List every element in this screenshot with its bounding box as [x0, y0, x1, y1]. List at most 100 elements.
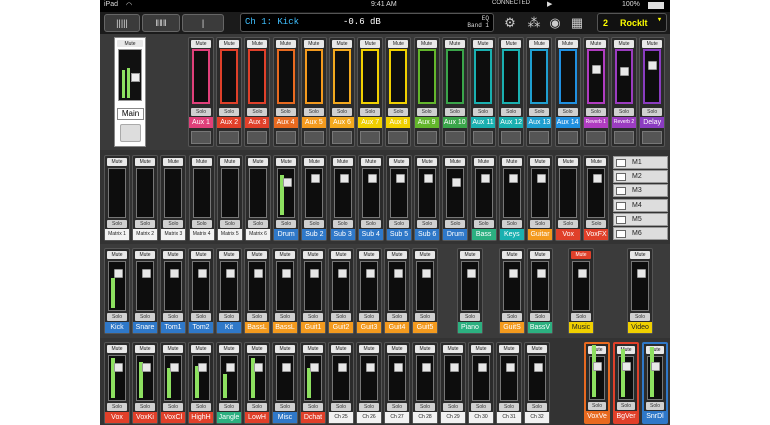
mute-button[interactable]: Mute: [444, 40, 465, 48]
channel-strip[interactable]: Mute Solo VoxCl: [160, 342, 186, 424]
solo-button[interactable]: Solo: [473, 108, 493, 116]
channel-strip[interactable]: Mute Solo BgVer: [613, 342, 639, 424]
solo-button[interactable]: Solo: [557, 108, 578, 116]
mute-group-checkbox[interactable]: [616, 215, 626, 224]
solo-button[interactable]: Solo: [501, 108, 522, 116]
channel-strip[interactable]: Mute Solo Ch 27: [384, 342, 410, 424]
mute-button[interactable]: Mute: [219, 251, 239, 259]
fader-knob[interactable]: [282, 363, 291, 372]
fader-knob[interactable]: [198, 269, 207, 278]
fader-trough[interactable]: [332, 261, 350, 311]
fader-trough[interactable]: [220, 49, 239, 104]
fader-trough[interactable]: [333, 168, 352, 218]
solo-button[interactable]: Solo: [219, 108, 240, 116]
solo-button[interactable]: Solo: [135, 313, 155, 321]
select-button[interactable]: [360, 131, 381, 144]
solo-button[interactable]: Solo: [614, 108, 634, 116]
fader-trough[interactable]: [192, 355, 210, 401]
solo-button[interactable]: Solo: [499, 403, 519, 411]
channel-strip[interactable]: Mute Solo Ch 31: [496, 342, 522, 424]
mute-button[interactable]: Mute: [473, 40, 493, 48]
fader-trough[interactable]: [502, 168, 521, 218]
solo-button[interactable]: Solo: [219, 313, 239, 321]
lcd-display[interactable]: Ch 1: Kick -0.6 dB EQ Band 1: [240, 13, 494, 32]
mute-button[interactable]: Mute: [219, 345, 239, 353]
channel-strip[interactable]: Mute Solo Matrix 3: [160, 155, 187, 241]
fader-knob[interactable]: [537, 174, 546, 183]
channel-strip[interactable]: Mute Solo Guit3: [356, 248, 382, 334]
fader-trough[interactable]: [276, 49, 295, 104]
select-button[interactable]: [332, 131, 352, 144]
fader-trough[interactable]: [500, 355, 518, 401]
fader-trough[interactable]: [361, 168, 380, 218]
fader-trough[interactable]: [416, 355, 434, 401]
channel-strip[interactable]: Mute Solo Piano: [457, 248, 483, 334]
mute-button[interactable]: Mute: [135, 251, 155, 259]
fader-trough[interactable]: [388, 355, 406, 401]
aux-strip[interactable]: Mute Solo Aux 14: [554, 37, 581, 147]
channel-strip[interactable]: Mute Solo Matrix 1: [104, 155, 130, 241]
fader-trough[interactable]: [530, 49, 549, 104]
mute-button[interactable]: Mute: [501, 158, 522, 166]
solo-button[interactable]: Solo: [415, 403, 435, 411]
mute-group-button[interactable]: M3: [613, 184, 668, 198]
mute-button[interactable]: Mute: [502, 251, 522, 259]
aux-strip[interactable]: Mute Solo Reverb 2: [611, 37, 637, 147]
mute-button[interactable]: Mute: [501, 40, 522, 48]
fader-knob[interactable]: [338, 363, 347, 372]
fader-trough[interactable]: [572, 261, 590, 311]
channel-strip[interactable]: Mute Solo GuitS: [499, 248, 525, 334]
mute-button[interactable]: Mute: [135, 158, 156, 166]
aux-strip[interactable]: Mute Solo Aux 3: [244, 37, 271, 147]
channel-strip[interactable]: Mute Solo Tom1: [160, 248, 186, 334]
mute-button[interactable]: Mute: [247, 345, 267, 353]
fader-trough[interactable]: [164, 261, 182, 311]
mute-button[interactable]: Mute: [219, 40, 240, 48]
fader-knob[interactable]: [578, 269, 587, 278]
solo-button[interactable]: Solo: [219, 220, 240, 228]
solo-button[interactable]: Solo: [527, 403, 547, 411]
aux-strip[interactable]: Mute Solo Aux 11: [470, 37, 496, 147]
fader-trough[interactable]: [220, 355, 238, 401]
fader-trough[interactable]: [474, 49, 492, 104]
fader-trough[interactable]: [361, 49, 380, 104]
fader-knob[interactable]: [198, 363, 207, 372]
fader-knob[interactable]: [170, 363, 179, 372]
select-button[interactable]: [275, 131, 296, 144]
mute-button[interactable]: Mute: [163, 158, 184, 166]
fader-trough[interactable]: [528, 355, 546, 401]
solo-button[interactable]: Solo: [304, 220, 325, 228]
fader-trough[interactable]: [136, 168, 155, 218]
channel-strip[interactable]: Mute Solo Guitar: [527, 155, 553, 241]
mute-group-button[interactable]: M4: [613, 198, 668, 212]
fader-knob[interactable]: [394, 269, 403, 278]
mute-button[interactable]: Mute: [527, 345, 547, 353]
main-select-button[interactable]: [120, 124, 141, 142]
solo-button[interactable]: Solo: [303, 403, 323, 411]
fader-knob[interactable]: [424, 174, 434, 183]
channel-strip[interactable]: Mute Solo Guit5: [412, 248, 438, 334]
mute-button[interactable]: Mute: [471, 345, 491, 353]
mute-button[interactable]: Mute: [332, 158, 353, 166]
gear-icon[interactable]: ⚙: [502, 15, 518, 31]
fader-knob[interactable]: [339, 174, 349, 183]
aux-strip[interactable]: Mute Solo Aux 13: [526, 37, 553, 147]
solo-button[interactable]: Solo: [416, 108, 437, 116]
fader-knob[interactable]: [480, 174, 490, 183]
select-button[interactable]: [191, 131, 211, 144]
fader-knob[interactable]: [450, 363, 459, 372]
channel-strip[interactable]: Mute Solo Ch 25: [328, 342, 354, 424]
fader-knob[interactable]: [622, 362, 631, 371]
solo-button[interactable]: Solo: [388, 108, 409, 116]
fader-trough[interactable]: [559, 168, 578, 218]
mute-button[interactable]: Mute: [473, 158, 494, 166]
fader-trough[interactable]: [502, 49, 521, 104]
mute-button[interactable]: Mute: [331, 251, 351, 259]
main-strip[interactable]: Mute Main: [114, 37, 146, 147]
mute-button[interactable]: Mute: [331, 345, 351, 353]
main-fader-trough[interactable]: [118, 49, 142, 101]
aux-strip[interactable]: Mute Solo Aux 1: [188, 37, 214, 147]
mute-button[interactable]: Mute: [360, 40, 381, 48]
select-button[interactable]: [247, 131, 268, 144]
solo-button[interactable]: Solo: [331, 313, 351, 321]
